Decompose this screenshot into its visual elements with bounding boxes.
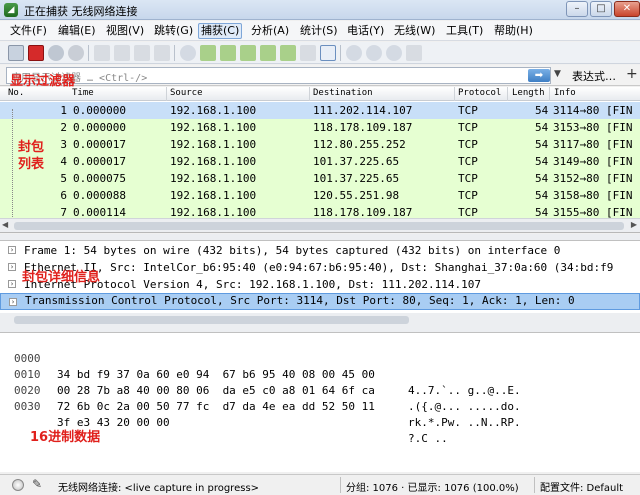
first-packet-icon[interactable] — [260, 45, 276, 61]
add-filter-button[interactable]: + — [626, 66, 638, 82]
annotation-hex: 16进制数据 — [30, 430, 101, 445]
status-profile[interactable]: 配置文件: Default — [540, 479, 623, 494]
display-filter-input[interactable]: 应用显示过滤器 … <Ctrl-/> — [6, 67, 551, 84]
hex-row[interactable]: 0020 72 6b 0c 2a 00 50 77 fc d7 da 4e ea… — [0, 367, 521, 429]
annotation-filter: 显示过滤器 — [10, 74, 76, 89]
status-packets: 分组: 1076 · 已显示: 1076 (100.0%) — [346, 483, 519, 494]
save-file-icon[interactable] — [114, 45, 130, 61]
reload-file-icon[interactable] — [154, 45, 170, 61]
go-to-packet-icon[interactable] — [240, 45, 256, 61]
find-packet-icon[interactable] — [180, 45, 196, 61]
column-protocol[interactable]: Protocol — [458, 88, 501, 98]
colorize-icon[interactable] — [320, 45, 336, 61]
hex-row[interactable]: 0030 3f e3 43 20 00 00 ?.C .. — [0, 383, 448, 445]
annotation-packet-list-2: 列表 — [18, 157, 45, 172]
menu-statistics[interactable]: 统计(S) — [298, 23, 340, 39]
table-row[interactable]: 1 0.000000 192.168.1.100 111.202.114.107… — [0, 102, 640, 119]
detail-row-frame[interactable]: › Frame 1: 54 bytes on wire (432 bits), … — [0, 242, 640, 259]
window-title: 正在捕获 无线网络连接 — [24, 5, 138, 18]
scroll-thumb[interactable] — [14, 316, 409, 324]
apply-filter-arrow-icon[interactable]: ➡ — [528, 69, 550, 82]
table-row[interactable]: 5 0.000075 192.168.1.100 101.37.225.65 T… — [0, 170, 640, 187]
go-back-icon[interactable] — [200, 45, 216, 61]
menu-telephony[interactable]: 电话(Y) — [345, 23, 386, 39]
expand-icon[interactable]: › — [8, 246, 16, 254]
menu-tools[interactable]: 工具(T) — [444, 23, 485, 39]
menu-view[interactable]: 视图(V) — [104, 23, 146, 39]
menu-help[interactable]: 帮助(H) — [492, 23, 535, 39]
column-no[interactable]: No. — [8, 88, 24, 98]
details-hscrollbar[interactable] — [0, 313, 640, 326]
column-time[interactable]: Time — [72, 88, 94, 98]
wireshark-fin-icon: ◢ — [4, 3, 18, 17]
table-row[interactable]: 6 0.000088 192.168.1.100 120.55.251.98 T… — [0, 187, 640, 204]
column-length[interactable]: Length — [512, 88, 545, 98]
menu-edit[interactable]: 编辑(E) — [56, 23, 98, 39]
start-capture-icon[interactable] — [8, 45, 24, 61]
packet-list-header: No. Time Source Destination Protocol Len… — [0, 87, 640, 101]
normal-size-icon[interactable] — [386, 45, 402, 61]
packet-list-hscrollbar[interactable]: ◀ ▶ — [0, 218, 640, 232]
capture-options-gear-icon[interactable] — [68, 45, 84, 61]
close-button[interactable]: ✕ — [614, 1, 640, 17]
menu-file[interactable]: 文件(F) — [8, 23, 49, 39]
open-file-icon[interactable] — [94, 45, 110, 61]
annotation-details: 封包详细信息 — [22, 270, 101, 285]
maximize-button[interactable]: □ — [590, 1, 612, 17]
resize-columns-icon[interactable] — [406, 45, 422, 61]
filter-history-chevron-down-icon[interactable]: ▼ — [554, 69, 561, 79]
table-row[interactable]: 3 0.000017 192.168.1.100 112.80.255.252 … — [0, 136, 640, 153]
packet-bytes-pane: 0000 34 bd f9 37 0a 60 e0 94 67 b6 95 40… — [0, 332, 640, 472]
capture-status-icon[interactable] — [12, 479, 24, 491]
conversation-tree-line — [12, 109, 13, 217]
packet-list-pane: No. Time Source Destination Protocol Len… — [0, 87, 640, 233]
restart-capture-icon[interactable] — [48, 45, 64, 61]
expand-icon[interactable]: › — [9, 298, 17, 306]
display-filter-bar: 应用显示过滤器 … <Ctrl-/> ➡ ▼ 表达式… + — [0, 65, 640, 86]
menu-bar: 文件(F) 编辑(E) 视图(V) 跳转(G) 捕获(C) 分析(A) 统计(S… — [0, 21, 640, 41]
go-forward-icon[interactable] — [220, 45, 236, 61]
scroll-left-icon[interactable]: ◀ — [2, 220, 8, 229]
column-destination[interactable]: Destination — [313, 88, 373, 98]
status-interface: 无线网络连接: <live capture in progress> — [58, 483, 260, 494]
autoscroll-icon[interactable] — [300, 45, 316, 61]
title-bar: ◢ 正在捕获 无线网络连接 – □ ✕ — [0, 0, 640, 20]
table-row[interactable]: 4 0.000017 192.168.1.100 101.37.225.65 T… — [0, 153, 640, 170]
expression-button[interactable]: 表达式… — [572, 68, 616, 84]
detail-row-tcp[interactable]: › Transmission Control Protocol, Src Por… — [0, 293, 640, 310]
last-packet-icon[interactable] — [280, 45, 296, 61]
menu-capture[interactable]: 捕获(C) — [198, 23, 243, 39]
stop-capture-icon[interactable] — [28, 45, 44, 61]
hex-row[interactable]: 0010 00 28 7b a8 40 00 80 06 da e5 c0 a8… — [0, 351, 521, 413]
table-row[interactable]: 2 0.000000 192.168.1.100 118.178.109.187… — [0, 119, 640, 136]
menu-analyze[interactable]: 分析(A) — [249, 23, 291, 39]
minimize-button[interactable]: – — [566, 1, 588, 17]
expert-info-icon[interactable]: ✎ — [32, 477, 42, 491]
zoom-out-icon[interactable] — [366, 45, 382, 61]
main-toolbar — [0, 42, 640, 64]
column-info[interactable]: Info — [554, 88, 576, 98]
scroll-thumb[interactable] — [14, 222, 624, 230]
zoom-in-icon[interactable] — [346, 45, 362, 61]
status-bar: ✎ 无线网络连接: <live capture in progress> 分组:… — [0, 474, 640, 495]
hex-row[interactable]: 0000 34 bd f9 37 0a 60 e0 94 67 b6 95 40… — [0, 335, 521, 397]
scroll-right-icon[interactable]: ▶ — [631, 220, 637, 229]
menu-go[interactable]: 跳转(G) — [152, 23, 195, 39]
column-source[interactable]: Source — [170, 88, 203, 98]
menu-wireless[interactable]: 无线(W) — [392, 23, 437, 39]
close-file-icon[interactable] — [134, 45, 150, 61]
expand-icon[interactable]: › — [8, 280, 16, 288]
expand-icon[interactable]: › — [8, 263, 16, 271]
